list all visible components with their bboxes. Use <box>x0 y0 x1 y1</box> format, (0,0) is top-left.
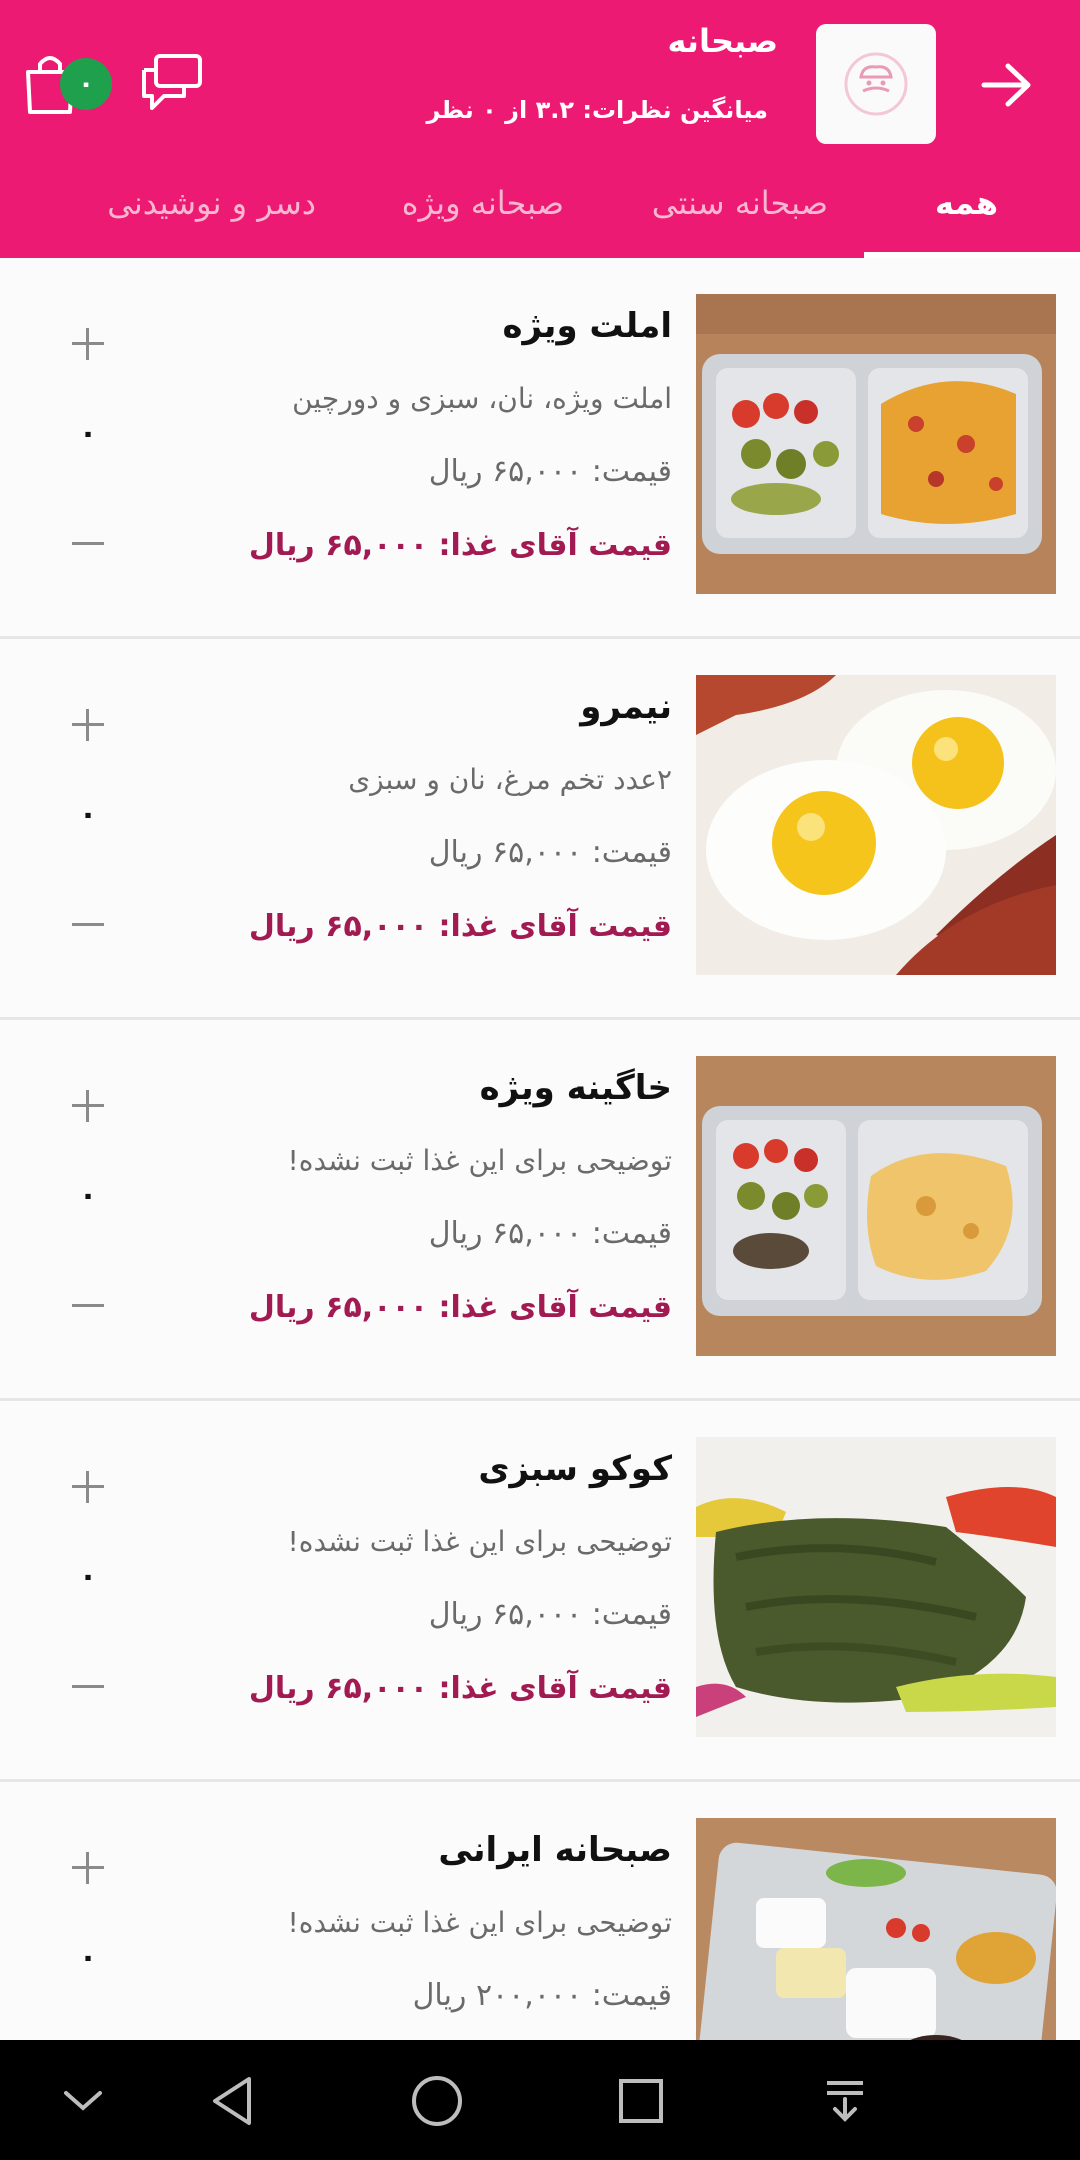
app-header: صبحانه میانگین نظرات: ۳.۲ از ۰ نظر ۰ همه… <box>0 0 1080 258</box>
food-image-omelette <box>696 294 1056 594</box>
item-quantity: ۰ <box>78 1178 98 1213</box>
item-description: توضیحی برای این غذا ثبت نشده! <box>287 1144 672 1177</box>
chevron-down-icon <box>64 2091 102 2111</box>
decrease-quantity-button[interactable] <box>68 1667 108 1707</box>
chat-bubbles-icon <box>142 54 202 110</box>
item-special-price: قیمت آقای غذا: ۶۵,۰۰۰ ریال <box>248 909 672 944</box>
item-special-price: قیمت آقای غذا: ۶۵,۰۰۰ ریال <box>248 528 672 563</box>
increase-quantity-button[interactable] <box>68 1848 108 1888</box>
item-quantity: ۰ <box>78 416 98 451</box>
item-name: خاگینه ویژه <box>479 1068 672 1108</box>
system-navigation-bar <box>0 2040 1080 2160</box>
tab-dessert-drinks[interactable]: دسر و نوشیدنی <box>107 184 316 222</box>
category-tabs: همه صبحانه سنتی صبحانه ویژه دسر و نوشیدن… <box>0 170 1080 258</box>
hide-keyboard-button[interactable] <box>48 2066 118 2136</box>
food-image-khagineh <box>696 1056 1056 1356</box>
food-image-kuku-sabzi <box>696 1437 1056 1737</box>
item-special-price: قیمت آقای غذا: ۶۵,۰۰۰ ریال <box>248 1671 672 1706</box>
item-description: توضیحی برای این غذا ثبت نشده! <box>287 1906 672 1939</box>
increase-quantity-button[interactable] <box>68 1086 108 1126</box>
restaurant-logo <box>816 24 936 144</box>
increase-quantity-button[interactable] <box>68 1467 108 1507</box>
menu-list: املت ویژه املت ویژه، نان، سبزی و دورچین … <box>0 258 1080 2160</box>
item-name: کوکو سبزی <box>478 1449 672 1489</box>
item-description: توضیحی برای این غذا ثبت نشده! <box>287 1525 672 1558</box>
item-quantity: ۰ <box>78 1559 98 1594</box>
increase-quantity-button[interactable] <box>68 705 108 745</box>
list-item: کوکو سبزی توضیحی برای این غذا ثبت نشده! … <box>0 1401 1080 1782</box>
back-button[interactable] <box>968 50 1048 120</box>
item-description: املت ویژه، نان، سبزی و دورچین <box>292 382 672 415</box>
decrease-quantity-button[interactable] <box>68 524 108 564</box>
item-name: املت ویژه <box>502 306 672 346</box>
page-title: صبحانه <box>667 22 778 60</box>
notification-pull-button[interactable] <box>810 2066 880 2136</box>
tab-traditional-breakfast[interactable]: صبحانه سنتی <box>652 184 828 222</box>
rating-summary: میانگین نظرات: ۳.۲ از ۰ نظر <box>426 96 768 124</box>
list-item: املت ویژه املت ویژه، نان، سبزی و دورچین … <box>0 258 1080 639</box>
recents-nav-button[interactable] <box>606 2066 676 2136</box>
item-special-price: قیمت آقای غذا: ۶۵,۰۰۰ ریال <box>248 1290 672 1325</box>
notification-pull-icon <box>827 2081 863 2122</box>
cart-count-badge: ۰ <box>60 58 112 110</box>
item-price: قیمت: ۶۵,۰۰۰ ریال <box>428 454 672 489</box>
decrease-quantity-button[interactable] <box>68 905 108 945</box>
item-description: ۲عدد تخم مرغ، نان و سبزی <box>348 763 672 796</box>
list-item: خاگینه ویژه توضیحی برای این غذا ثبت نشده… <box>0 1020 1080 1401</box>
item-price: قیمت: ۶۵,۰۰۰ ریال <box>428 835 672 870</box>
item-quantity: ۰ <box>78 1940 98 1975</box>
increase-quantity-button[interactable] <box>68 324 108 364</box>
item-price: قیمت: ۶۵,۰۰۰ ریال <box>428 1216 672 1251</box>
item-price: قیمت: ۶۵,۰۰۰ ریال <box>428 1597 672 1632</box>
recents-square-icon <box>619 2079 663 2123</box>
item-name: نیمرو <box>580 687 672 727</box>
arrow-right-icon <box>981 63 1031 107</box>
home-nav-button[interactable] <box>402 2066 472 2136</box>
back-nav-button[interactable] <box>198 2066 268 2136</box>
back-triangle-icon <box>213 2077 251 2125</box>
item-price: قیمت: ۲۰۰,۰۰۰ ریال <box>412 1978 672 2013</box>
tab-special-breakfast[interactable]: صبحانه ویژه <box>402 184 564 222</box>
list-item: نیمرو ۲عدد تخم مرغ، نان و سبزی قیمت: ۶۵,… <box>0 639 1080 1020</box>
item-quantity: ۰ <box>78 797 98 832</box>
decrease-quantity-button[interactable] <box>68 1286 108 1326</box>
home-circle-icon <box>412 2076 462 2126</box>
tab-all[interactable]: همه <box>935 184 998 222</box>
item-name: صبحانه ایرانی <box>438 1830 672 1870</box>
chef-logo-icon <box>844 52 908 116</box>
comments-button[interactable] <box>140 52 204 114</box>
food-image-fried-eggs <box>696 675 1056 975</box>
